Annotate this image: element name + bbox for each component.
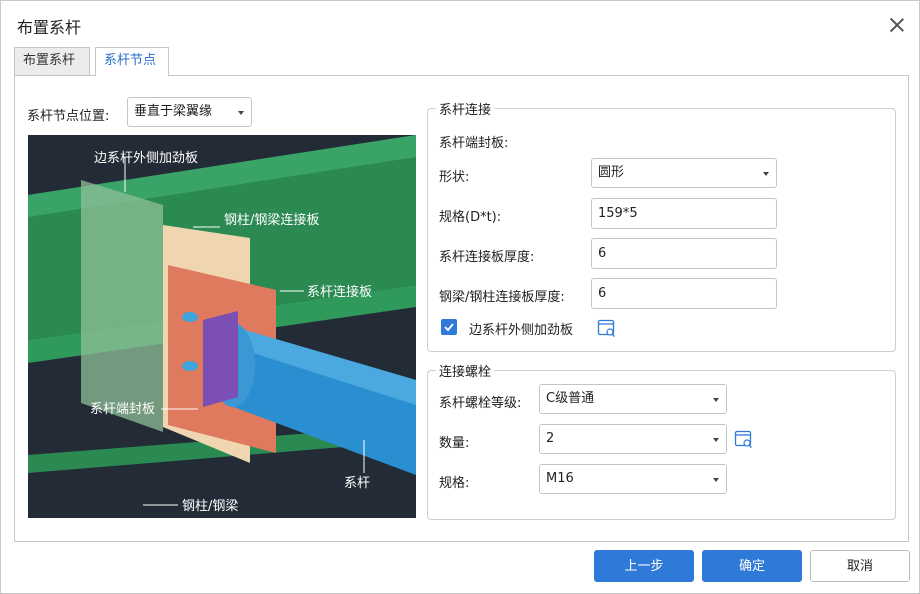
label-column-beam-plate: 钢柱/钢梁连接板 (224, 212, 319, 228)
beam-plate-thickness-label: 钢梁/钢柱连接板厚度: (439, 290, 565, 305)
chevron-down-icon (763, 172, 769, 176)
side-stiffener (81, 180, 163, 432)
shape-value: 圆形 (598, 165, 625, 180)
node-position-select[interactable]: 垂直于梁翼缘 (127, 97, 252, 127)
plate-thickness-label: 系杆连接板厚度: (439, 250, 535, 265)
label-end-plate: 系杆端封板 (90, 402, 155, 417)
chevron-down-icon (713, 438, 719, 442)
dialog: 布置系杆 布置系杆 系杆节点 系杆节点位置: 垂直于梁翼缘 边系杆外侧加劲板 钢… (0, 0, 920, 594)
ok-button[interactable]: 确定 (702, 550, 802, 582)
tab-tie-node[interactable]: 系杆节点 (95, 47, 169, 76)
chevron-down-icon (713, 478, 719, 482)
prev-button[interactable]: 上一步 (594, 550, 694, 582)
bolt-grade-value: C级普通 (546, 391, 595, 406)
label-column-beam: 钢柱/钢梁 (182, 499, 238, 514)
stiffener-checkbox-label[interactable]: 边系杆外侧加劲板 (469, 319, 573, 338)
end-plate-heading: 系杆端封板: (439, 136, 509, 151)
bolt-2 (182, 361, 198, 371)
stiffener-checkbox[interactable] (441, 319, 457, 335)
label-tie-plate: 系杆连接板 (307, 284, 372, 300)
node-preview-image: 边系杆外侧加劲板 钢柱/钢梁连接板 系杆连接板 系杆端封板 系杆 钢柱/钢梁 (28, 135, 416, 518)
bolt-spec-select[interactable]: M16 (539, 464, 727, 494)
chevron-down-icon (713, 398, 719, 402)
calculator-icon[interactable] (597, 318, 617, 338)
bolt-grade-select[interactable]: C级普通 (539, 384, 727, 414)
bolts-title: 连接螺栓 (436, 361, 495, 380)
bolt-spec-label: 规格: (439, 476, 470, 491)
node-position-label: 系杆节点位置: (27, 109, 110, 124)
node-position-value: 垂直于梁翼缘 (134, 104, 213, 119)
shape-select[interactable]: 圆形 (591, 158, 777, 188)
tie-connection-title: 系杆连接 (436, 99, 495, 118)
cancel-button[interactable]: 取消 (810, 550, 910, 582)
calculator-icon[interactable] (734, 429, 754, 449)
bolt-1 (182, 312, 198, 322)
close-icon[interactable] (887, 15, 907, 35)
chevron-down-icon (238, 111, 244, 115)
label-tie-bar: 系杆 (344, 476, 370, 491)
check-icon (444, 323, 454, 332)
spec-label: 规格(D*t): (439, 210, 502, 225)
label-side-stiffener: 边系杆外侧加劲板 (94, 151, 198, 166)
bolt-count-label: 数量: (439, 436, 470, 451)
shape-label: 形状: (439, 170, 470, 185)
end-plate (203, 311, 238, 407)
plate-thickness-input[interactable]: 6 (591, 238, 777, 269)
beam-plate-thickness-input[interactable]: 6 (591, 278, 777, 309)
bolt-spec-value: M16 (546, 471, 574, 486)
bolt-count-value: 2 (546, 431, 555, 446)
spec-input[interactable]: 159*5 (591, 198, 777, 229)
bolt-grade-label: 系杆螺栓等级: (439, 396, 522, 411)
tab-layout-tie[interactable]: 布置系杆 (14, 47, 90, 75)
bolt-count-select[interactable]: 2 (539, 424, 727, 454)
dialog-title: 布置系杆 (17, 18, 82, 37)
